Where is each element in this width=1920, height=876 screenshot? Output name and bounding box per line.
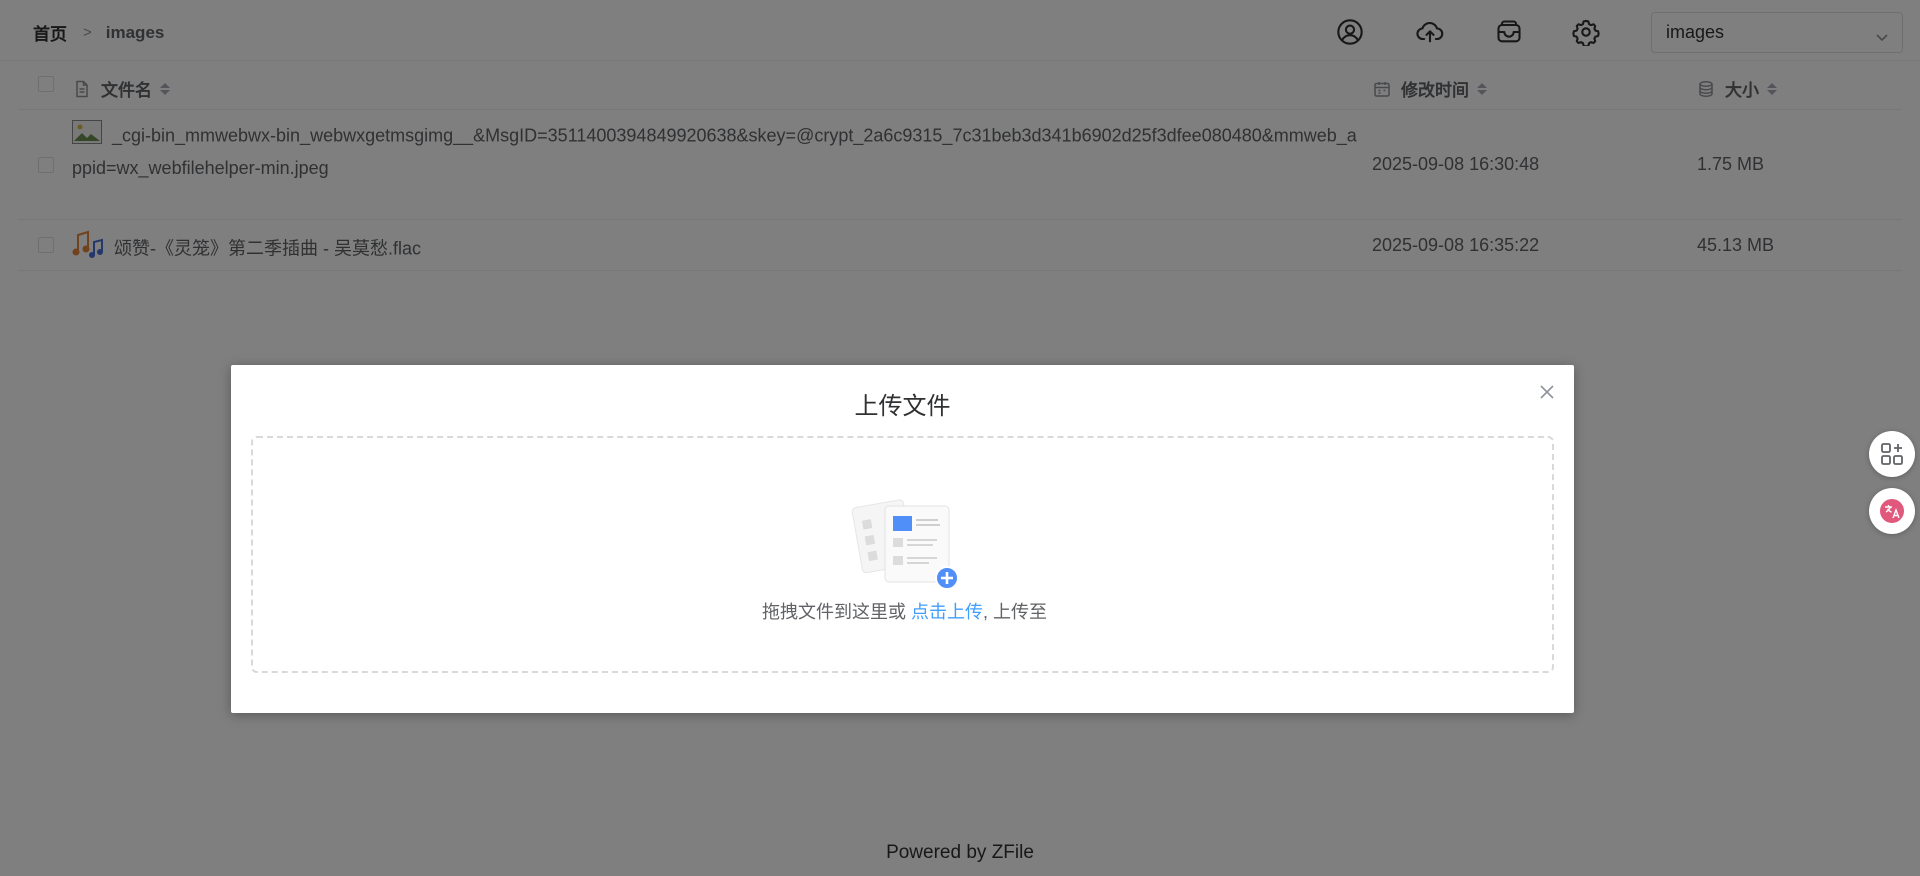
apps-add-icon: [1881, 443, 1903, 465]
close-icon[interactable]: [1538, 383, 1556, 401]
dropzone-target: , 上传至: [983, 602, 1048, 622]
dropzone-text: 拖拽文件到这里或 点击上传, 上传至: [253, 598, 1556, 624]
upload-dropzone[interactable]: 拖拽文件到这里或 点击上传, 上传至: [251, 436, 1554, 673]
dropzone-hint: 拖拽文件到这里或: [761, 602, 911, 622]
upload-dialog: 上传文件 拖拽文件到这里或 点击上传, 上传至: [231, 365, 1574, 713]
apps-add-button[interactable]: [1869, 431, 1915, 477]
click-upload-link[interactable]: 点击上传: [911, 602, 983, 622]
translate-button[interactable]: [1869, 488, 1915, 534]
translate-icon: [1880, 499, 1904, 523]
upload-illustration-icon: [849, 492, 961, 592]
dialog-title: 上传文件: [854, 393, 951, 420]
